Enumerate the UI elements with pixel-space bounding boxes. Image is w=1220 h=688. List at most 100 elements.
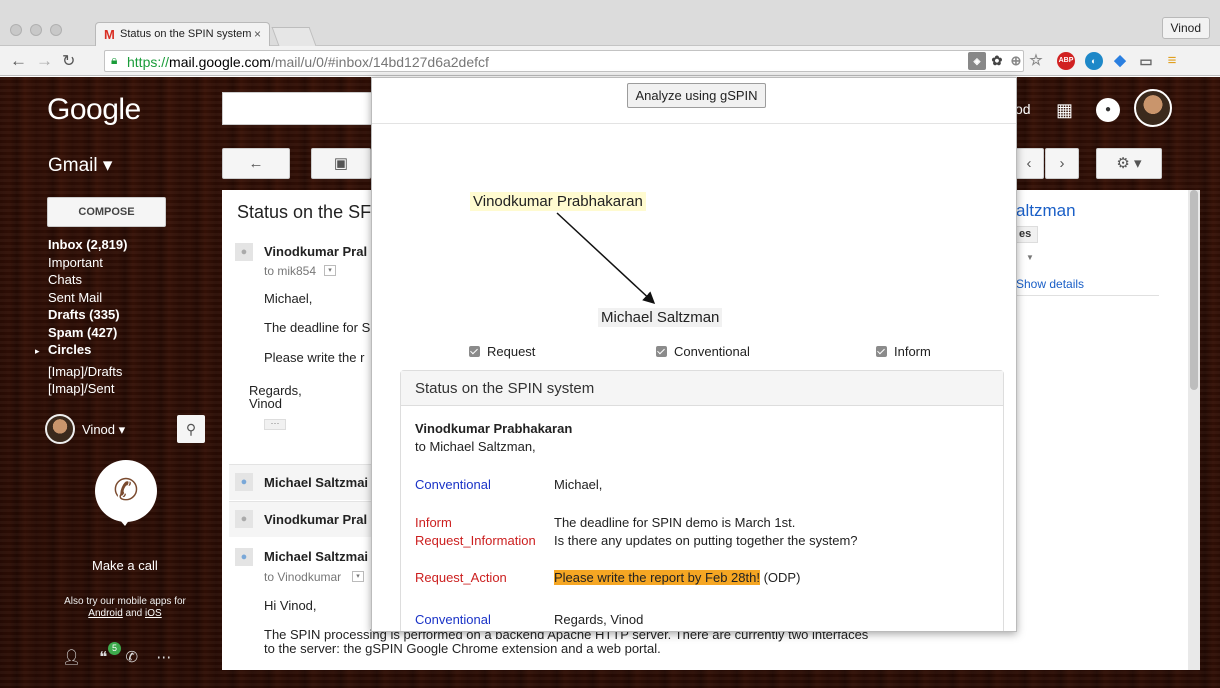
folder-sent-mail[interactable]: Sent Mail bbox=[48, 289, 127, 307]
message-body-line: Michael, bbox=[264, 291, 313, 306]
folder-important[interactable]: Important bbox=[48, 254, 127, 272]
message-body-line: Please write the r bbox=[264, 350, 365, 365]
checkbox-checked-icon[interactable] bbox=[469, 346, 480, 357]
details-dropdown-icon[interactable]: ▾ bbox=[324, 265, 336, 276]
account-avatar[interactable] bbox=[1134, 89, 1172, 127]
newer-button[interactable]: ‹ bbox=[1014, 148, 1044, 179]
folder-circles[interactable]: Circles bbox=[48, 341, 127, 359]
graph-node-recipient[interactable]: Michael Saltzman bbox=[598, 308, 723, 327]
folder-chats[interactable]: Chats bbox=[48, 271, 127, 289]
chat-user-name[interactable]: Vinod ▾ bbox=[82, 422, 125, 438]
show-details-link[interactable]: Show details bbox=[1016, 277, 1084, 291]
filter-label: Conventional bbox=[674, 344, 750, 359]
collapsed-sender[interactable]: Vinodkumar Pral bbox=[264, 512, 367, 527]
filter-conventional[interactable]: Conventional bbox=[656, 344, 750, 359]
contact-chip[interactable]: es bbox=[1014, 226, 1039, 243]
hangouts-quote-icon[interactable]: ❝ bbox=[99, 649, 107, 666]
gspin-extension-icon[interactable]: ◈ bbox=[968, 52, 986, 70]
graph-edge-arrow bbox=[556, 212, 656, 305]
checkbox-checked-icon[interactable] bbox=[656, 346, 667, 357]
sender-avatar-icon: ● bbox=[235, 473, 253, 491]
menu-icon[interactable]: ≡ bbox=[1163, 52, 1181, 70]
zoom-window-button[interactable] bbox=[50, 24, 62, 36]
user-avatar[interactable] bbox=[45, 414, 75, 444]
close-window-button[interactable] bbox=[10, 24, 22, 36]
speech-act-tag: Conventional bbox=[415, 612, 491, 627]
message-recipient[interactable]: to mik854 bbox=[264, 264, 316, 278]
spin-extension-icon[interactable]: ✿ bbox=[988, 52, 1006, 70]
and-text: and bbox=[125, 608, 143, 619]
url-input[interactable]: 🔒︎ https://mail.google.com/mail/u/0/#inb… bbox=[104, 50, 1024, 72]
ghostery-icon[interactable]: ◐ bbox=[1085, 52, 1103, 70]
message-greeting: Hi Vinod, bbox=[264, 598, 317, 613]
back-to-inbox-button[interactable]: ← bbox=[222, 148, 290, 179]
star-icon[interactable]: ☆ bbox=[1027, 52, 1045, 70]
header-user-name[interactable]: od bbox=[1015, 101, 1031, 117]
analysis-sender: Vinodkumar Prabhakaran bbox=[415, 421, 573, 436]
apps-grid-icon[interactable]: ▦ bbox=[1056, 100, 1073, 121]
speech-act-tag: Request_Information bbox=[415, 533, 536, 548]
filter-request[interactable]: Request bbox=[469, 344, 535, 359]
people-search-icon[interactable]: ⚲ bbox=[177, 415, 205, 443]
make-call-link[interactable]: Make a call bbox=[92, 558, 158, 573]
sentence-text: The deadline for SPIN demo is March 1st. bbox=[554, 515, 796, 530]
contacts-icon[interactable]: 👤︎ bbox=[62, 649, 81, 666]
sentence-text: Michael, bbox=[554, 477, 603, 492]
graph-node-sender[interactable]: Vinodkumar Prabhakaran bbox=[470, 192, 646, 211]
zoom-search-icon[interactable]: ⊕ bbox=[1007, 52, 1025, 70]
cast-icon[interactable]: ▭ bbox=[1137, 52, 1155, 70]
forward-arrow-icon[interactable]: → bbox=[36, 51, 53, 71]
mobile-apps-text: Also try our mobile apps for bbox=[64, 596, 186, 607]
folder-spam[interactable]: Spam (427) bbox=[48, 324, 127, 342]
interaction-graph: Vinodkumar Prabhakaran Michael Saltzman bbox=[372, 125, 1016, 345]
hangouts-phone-icon[interactable]: ✆ bbox=[95, 460, 157, 526]
collapsed-sender[interactable]: Michael Saltzmai bbox=[264, 475, 368, 490]
message-body-line: to the server: the gSPIN Google Chrome e… bbox=[264, 641, 661, 656]
url-scheme: https:// bbox=[127, 54, 170, 70]
compose-button[interactable]: COMPOSE bbox=[47, 197, 166, 227]
url-host: mail.google.com bbox=[169, 54, 271, 70]
mail-search-input[interactable] bbox=[222, 92, 382, 125]
archive-button[interactable]: ▣ bbox=[311, 148, 371, 179]
message-sender[interactable]: Vinodkumar Pral bbox=[264, 244, 367, 259]
sentence-text: Is there any updates on putting together… bbox=[554, 533, 858, 548]
back-arrow-icon[interactable]: ← bbox=[10, 51, 27, 71]
message-recipient[interactable]: to Vinodkumar bbox=[264, 570, 341, 584]
bluebird-icon[interactable]: ◆ bbox=[1111, 52, 1129, 70]
more-icon[interactable]: ⋯ bbox=[156, 649, 171, 666]
folder-imap-sent[interactable]: [Imap]/Sent bbox=[48, 380, 127, 398]
message-body-paragraph: The SPIN processing is performed on a ba… bbox=[264, 628, 868, 656]
folder-drafts[interactable]: Drafts (335) bbox=[48, 306, 127, 324]
tab-close-icon[interactable]: × bbox=[254, 27, 261, 41]
contact-name-fragment[interactable]: altzman bbox=[1016, 201, 1076, 221]
sender-avatar-icon: ● bbox=[235, 510, 253, 528]
message-sender[interactable]: Michael Saltzmai bbox=[264, 549, 368, 564]
filter-label: Request bbox=[487, 344, 536, 359]
popup-header: Analyze using gSPIN bbox=[372, 78, 1016, 124]
chip-caret-icon[interactable]: ▼ bbox=[1026, 253, 1034, 262]
notifications-bell-icon[interactable]: ● bbox=[1096, 98, 1120, 122]
ios-link[interactable]: iOS bbox=[145, 608, 162, 619]
reload-icon[interactable]: ↻ bbox=[62, 51, 75, 71]
settings-gear-icon[interactable]: ⚙ ▾ bbox=[1096, 148, 1162, 179]
phone-icon[interactable]: ✆ bbox=[125, 649, 138, 666]
show-trimmed-content-button[interactable]: ··· bbox=[264, 419, 286, 430]
new-tab-button[interactable] bbox=[271, 27, 317, 46]
browser-tab[interactable]: M Status on the SPIN system × bbox=[95, 22, 270, 46]
folder-inbox[interactable]: Inbox (2,819) bbox=[48, 236, 127, 254]
analyze-gspin-button[interactable]: Analyze using gSPIN bbox=[627, 83, 766, 108]
android-link[interactable]: Android bbox=[88, 608, 122, 619]
details-dropdown-icon[interactable]: ▾ bbox=[352, 571, 364, 582]
folder-imap-drafts[interactable]: [Imap]/Drafts bbox=[48, 363, 127, 381]
mobile-apps-note: Also try our mobile apps for Android and… bbox=[55, 596, 195, 620]
conversation-scrollbar[interactable] bbox=[1188, 190, 1200, 670]
profile-button[interactable]: Vinod bbox=[1161, 17, 1210, 39]
adblock-icon[interactable]: ABP bbox=[1057, 52, 1075, 70]
older-button[interactable]: › bbox=[1045, 148, 1079, 179]
minimize-window-button[interactable] bbox=[30, 24, 42, 36]
filter-inform[interactable]: Inform bbox=[876, 344, 931, 359]
expand-caret-icon[interactable]: ▸ bbox=[35, 346, 40, 357]
gmail-menu[interactable]: Gmail ▾ bbox=[48, 154, 112, 177]
google-logo[interactable]: Google bbox=[47, 93, 141, 127]
checkbox-checked-icon[interactable] bbox=[876, 346, 887, 357]
